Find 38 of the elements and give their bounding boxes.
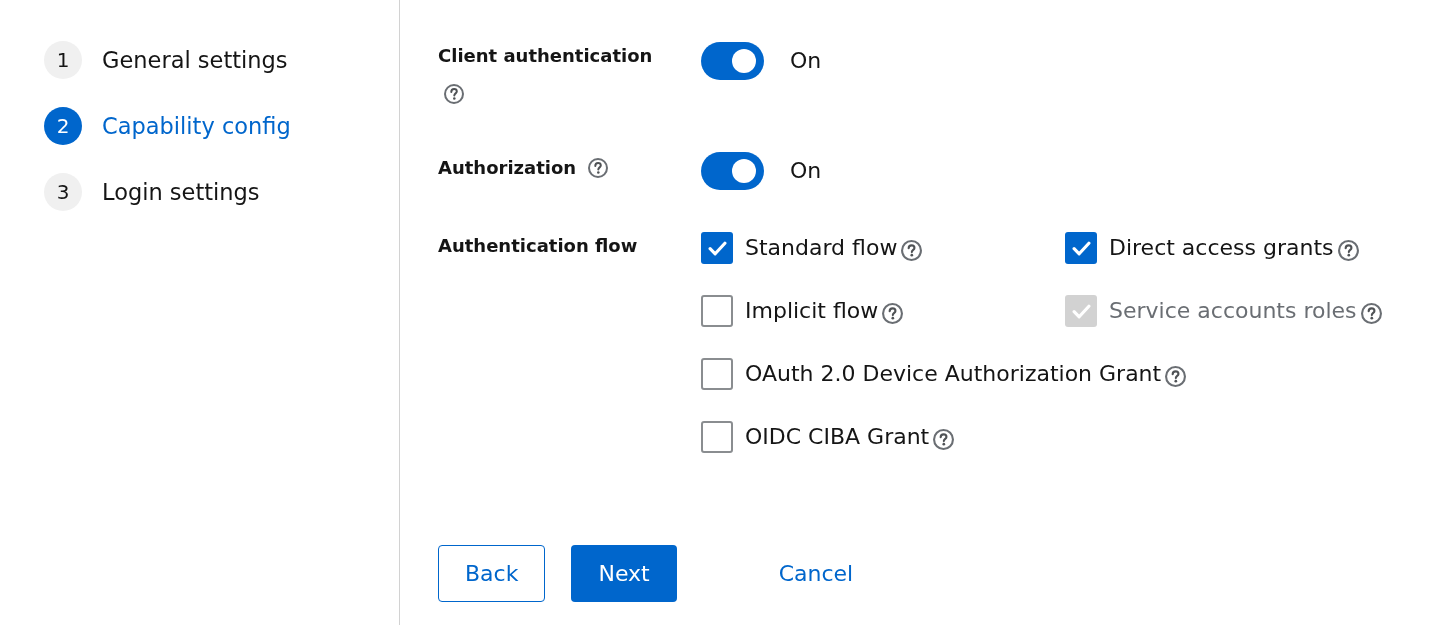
step-link[interactable]: Capability config	[102, 110, 291, 142]
checkbox[interactable]	[701, 295, 733, 327]
checkbox[interactable]	[701, 421, 733, 453]
checkmark-icon	[707, 240, 727, 256]
toggle-state-label: On	[790, 157, 822, 185]
checkbox-label: OAuth 2.0 Device Authorization Grant	[745, 360, 1162, 388]
help-icon[interactable]	[901, 239, 923, 261]
step-number: 3	[44, 173, 82, 211]
link-button[interactable]: Cancel	[751, 545, 881, 602]
toggle-state-label: On	[790, 47, 822, 75]
primary-button[interactable]: Next	[571, 545, 677, 602]
step-link[interactable]: General settings	[102, 44, 288, 76]
checkbox[interactable]	[1065, 232, 1097, 264]
step-number: 2	[44, 107, 82, 145]
field-label: Authentication flow	[438, 234, 638, 258]
checkmark-icon	[1071, 240, 1091, 256]
checkbox-label: Implicit flow	[745, 297, 879, 325]
help-icon[interactable]	[444, 84, 464, 104]
checkbox[interactable]	[701, 358, 733, 390]
field-label: Client authentication	[438, 44, 653, 68]
secondary-button[interactable]: Back	[438, 545, 546, 602]
help-icon[interactable]	[1337, 239, 1359, 261]
help-icon[interactable]	[588, 158, 609, 178]
checkmark-icon	[1071, 303, 1091, 319]
toggle-switch[interactable]	[701, 42, 764, 80]
checkbox-label: Direct access grants	[1109, 234, 1334, 262]
checkbox-label: OIDC CIBA Grant	[745, 423, 930, 451]
help-icon[interactable]	[1360, 302, 1382, 324]
step-number: 1	[44, 41, 82, 79]
help-icon[interactable]	[1165, 365, 1187, 387]
toggle-switch[interactable]	[701, 152, 764, 190]
checkbox-label: Standard flow	[745, 234, 898, 262]
checkbox[interactable]	[701, 232, 733, 264]
step-link[interactable]: Login settings	[102, 176, 260, 208]
help-icon[interactable]	[882, 302, 904, 324]
help-icon[interactable]	[933, 428, 955, 450]
checkbox-label: Service accounts roles	[1109, 297, 1357, 325]
field-label: Authorization	[438, 156, 577, 180]
